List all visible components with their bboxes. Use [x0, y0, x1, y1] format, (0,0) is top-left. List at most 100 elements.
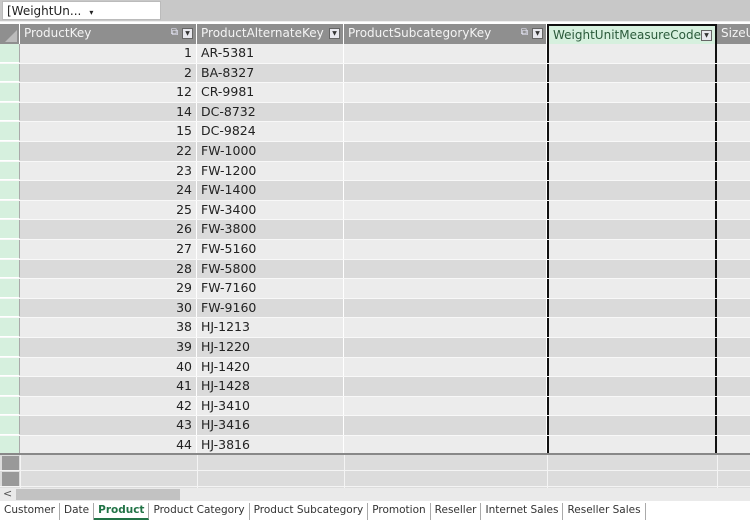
cell-sizeunit[interactable] [717, 122, 750, 141]
column-header-productsubcategorykey[interactable]: ProductSubcategoryKey ⧉ ▼ [344, 24, 547, 44]
cell-weightunitmeasurecode[interactable] [547, 161, 717, 181]
row-selector[interactable] [0, 44, 20, 63]
cell-productsubcategorykey[interactable] [344, 318, 547, 337]
cell-weightunitmeasurecode[interactable] [547, 298, 717, 318]
filter-dropdown-icon[interactable]: ▼ [701, 30, 712, 41]
cell-productkey[interactable]: 1 [20, 44, 197, 63]
cell-productkey[interactable]: 14 [20, 102, 197, 122]
cell-sizeunit[interactable] [717, 83, 750, 102]
row-selector[interactable] [0, 416, 20, 435]
cell-productsubcategorykey[interactable] [344, 338, 547, 357]
row-selector[interactable] [0, 161, 20, 181]
sheet-tab-reseller[interactable]: Reseller [431, 503, 482, 520]
row-selector[interactable] [0, 436, 20, 453]
cell-productalternatekey[interactable]: HJ-3816 [197, 436, 344, 453]
name-box[interactable]: [WeightUn... ▾ [2, 1, 161, 20]
chevron-down-icon[interactable]: ▾ [89, 8, 93, 17]
cell-sizeunit[interactable] [717, 436, 750, 453]
row-selector[interactable] [0, 63, 20, 83]
cell-sizeunit[interactable] [717, 397, 750, 416]
sheet-tab-reseller-sales[interactable]: Reseller Sales [563, 503, 646, 520]
cell-weightunitmeasurecode[interactable] [547, 63, 717, 83]
cell-sizeunit[interactable] [717, 142, 750, 161]
cell-productkey[interactable]: 29 [20, 279, 197, 298]
row-selector[interactable] [0, 240, 20, 259]
cell-productsubcategorykey[interactable] [344, 240, 547, 259]
cell-weightunitmeasurecode[interactable] [547, 44, 717, 63]
cell-productkey[interactable]: 25 [20, 200, 197, 220]
row-selector[interactable] [0, 279, 20, 298]
cell-sizeunit[interactable] [717, 358, 750, 377]
cell-productalternatekey[interactable]: AR-5381 [197, 44, 344, 63]
cell-sizeunit[interactable] [717, 416, 750, 435]
cell-weightunitmeasurecode[interactable] [547, 338, 717, 357]
row-selector[interactable] [0, 83, 20, 102]
cell-productalternatekey[interactable]: FW-9160 [197, 298, 344, 318]
sheet-tab-internet-sales[interactable]: Internet Sales [481, 503, 564, 520]
cell-productalternatekey[interactable]: FW-5800 [197, 259, 344, 279]
cell-productalternatekey[interactable]: HJ-1213 [197, 318, 344, 337]
cell-productkey[interactable]: 42 [20, 396, 197, 416]
cell-productsubcategorykey[interactable] [344, 298, 547, 318]
cell-sizeunit[interactable] [717, 240, 750, 259]
cell-weightunitmeasurecode[interactable] [547, 83, 717, 102]
cell-productkey[interactable]: 24 [20, 181, 197, 200]
cell-productalternatekey[interactable]: BA-8327 [197, 63, 344, 83]
cell-productkey[interactable]: 41 [20, 377, 197, 396]
cell-sizeunit[interactable] [717, 260, 750, 279]
cell-productalternatekey[interactable]: HJ-1420 [197, 357, 344, 377]
cell-productsubcategorykey[interactable] [344, 63, 547, 83]
row-selector[interactable] [0, 142, 20, 161]
cell-sizeunit[interactable] [717, 201, 750, 220]
sheet-tab-date[interactable]: Date [60, 503, 95, 520]
cell-weightunitmeasurecode[interactable] [547, 357, 717, 377]
cell-sizeunit[interactable] [717, 279, 750, 298]
cell-weightunitmeasurecode[interactable] [547, 377, 717, 396]
cell-productsubcategorykey[interactable] [344, 396, 547, 416]
cell-weightunitmeasurecode[interactable] [547, 396, 717, 416]
cell-sizeunit[interactable] [717, 44, 750, 63]
row-selector[interactable] [0, 396, 20, 416]
sheet-tab-product-category[interactable]: Product Category [149, 503, 250, 520]
cell-productalternatekey[interactable]: FW-3400 [197, 200, 344, 220]
cell-weightunitmeasurecode[interactable] [547, 436, 717, 453]
cell-weightunitmeasurecode[interactable] [547, 102, 717, 122]
column-header-sizeu[interactable]: SizeU [717, 24, 750, 44]
row-selector[interactable] [0, 220, 20, 239]
cell-productsubcategorykey[interactable] [344, 122, 547, 141]
filter-dropdown-icon[interactable]: ▼ [182, 28, 193, 39]
cell-productkey[interactable]: 28 [20, 259, 197, 279]
cell-productkey[interactable]: 40 [20, 357, 197, 377]
sheet-tab-customer[interactable]: Customer [0, 503, 61, 520]
cell-productalternatekey[interactable]: HJ-1220 [197, 338, 344, 357]
cell-productkey[interactable]: 43 [20, 416, 197, 435]
cell-productkey[interactable]: 15 [20, 122, 197, 141]
row-selector[interactable] [0, 200, 20, 220]
cell-weightunitmeasurecode[interactable] [547, 416, 717, 435]
cell-productalternatekey[interactable]: HJ-3416 [197, 416, 344, 435]
filter-dropdown-icon[interactable]: ▼ [329, 28, 340, 39]
cell-sizeunit[interactable] [717, 318, 750, 337]
cell-productsubcategorykey[interactable] [344, 436, 547, 453]
column-header-productkey[interactable]: ProductKey ⧉ ▼ [20, 24, 197, 44]
row-selector[interactable] [0, 181, 20, 200]
cell-productkey[interactable]: 39 [20, 338, 197, 357]
cell-weightunitmeasurecode[interactable] [547, 181, 717, 200]
sheet-tab-promotion[interactable]: Promotion [368, 503, 431, 520]
cell-productsubcategorykey[interactable] [344, 416, 547, 435]
cell-weightunitmeasurecode[interactable] [547, 318, 717, 337]
cell-sizeunit[interactable] [717, 64, 750, 83]
row-selector[interactable] [0, 298, 20, 318]
cell-productalternatekey[interactable]: CR-9981 [197, 83, 344, 102]
cell-weightunitmeasurecode[interactable] [547, 200, 717, 220]
cell-sizeunit[interactable] [717, 103, 750, 122]
cell-weightunitmeasurecode[interactable] [547, 279, 717, 298]
row-selector[interactable] [0, 259, 20, 279]
cell-productalternatekey[interactable]: FW-5160 [197, 240, 344, 259]
cell-sizeunit[interactable] [717, 338, 750, 357]
cell-weightunitmeasurecode[interactable] [547, 220, 717, 239]
column-header-weightunitmeasurecode[interactable]: WeightUnitMeasureCode ▼ [547, 24, 717, 44]
cell-productkey[interactable]: 30 [20, 298, 197, 318]
cell-productsubcategorykey[interactable] [344, 44, 547, 63]
cell-sizeunit[interactable] [717, 181, 750, 200]
